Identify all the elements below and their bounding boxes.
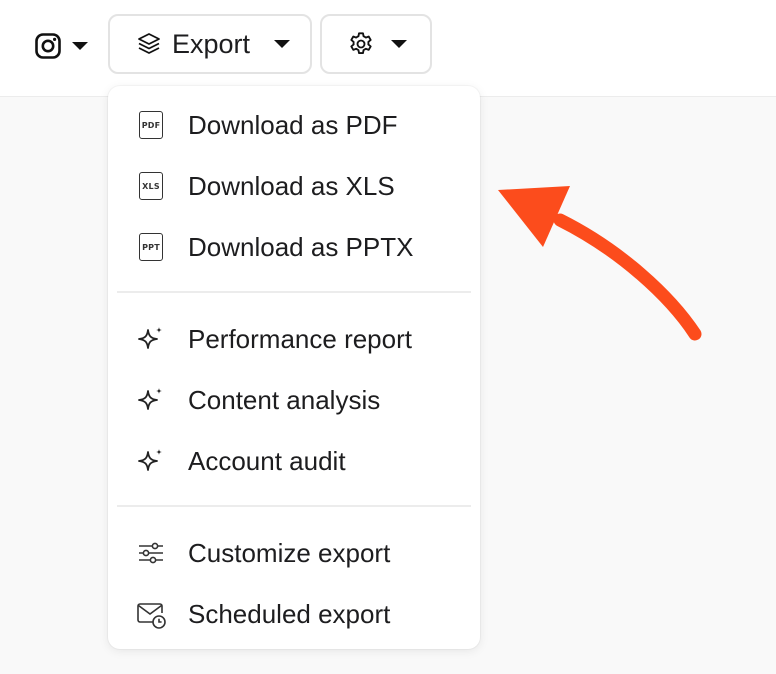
- menu-item-label: Performance report: [188, 323, 412, 354]
- chevron-down-icon: [274, 40, 291, 48]
- customize-export-item[interactable]: Customize export: [108, 525, 480, 581]
- xls-file-icon: XLS: [134, 169, 168, 203]
- menu-item-label: Customize export: [188, 537, 391, 568]
- pdf-file-icon: PDF: [134, 108, 168, 142]
- performance-report-item[interactable]: Performance report: [108, 311, 480, 367]
- instagram-icon: [35, 33, 61, 59]
- menu-item-label: Account audit: [188, 445, 346, 476]
- sparkles-icon: [134, 383, 168, 417]
- sparkles-icon: [134, 444, 168, 478]
- menu-divider: [117, 505, 471, 507]
- file-badge: PPT: [139, 233, 163, 261]
- gear-icon: [350, 32, 372, 55]
- export-dropdown-menu: PDF Download as PDF XLS Download as XLS …: [108, 86, 480, 649]
- chevron-down-icon: [72, 42, 88, 50]
- toolbar: Export: [0, 0, 776, 97]
- menu-item-label: Download as PPTX: [188, 231, 414, 262]
- layers-icon: [138, 33, 160, 54]
- mail-clock-icon: [134, 597, 168, 631]
- sliders-icon: [134, 536, 168, 570]
- download-xls-item[interactable]: XLS Download as XLS: [108, 158, 480, 214]
- menu-item-label: Download as PDF: [188, 109, 398, 140]
- export-button[interactable]: Export: [108, 14, 312, 74]
- chevron-down-icon: [391, 40, 407, 48]
- menu-item-label: Download as XLS: [188, 170, 395, 201]
- export-button-label: Export: [172, 28, 251, 59]
- instagram-account-selector[interactable]: [34, 24, 88, 68]
- file-badge: PDF: [139, 111, 163, 139]
- settings-button[interactable]: [320, 14, 432, 74]
- account-audit-item[interactable]: Account audit: [108, 433, 480, 489]
- sparkles-icon: [134, 322, 168, 356]
- file-badge: XLS: [139, 172, 163, 200]
- scheduled-export-item[interactable]: Scheduled export: [108, 586, 480, 642]
- menu-item-label: Content analysis: [188, 384, 381, 415]
- menu-item-label: Scheduled export: [188, 598, 391, 629]
- annotation-arrow: [498, 186, 702, 341]
- menu-divider: [117, 291, 471, 293]
- ppt-file-icon: PPT: [134, 230, 168, 264]
- content-analysis-item[interactable]: Content analysis: [108, 372, 480, 428]
- download-pdf-item[interactable]: PDF Download as PDF: [108, 97, 480, 153]
- download-pptx-item[interactable]: PPT Download as PPTX: [108, 219, 480, 275]
